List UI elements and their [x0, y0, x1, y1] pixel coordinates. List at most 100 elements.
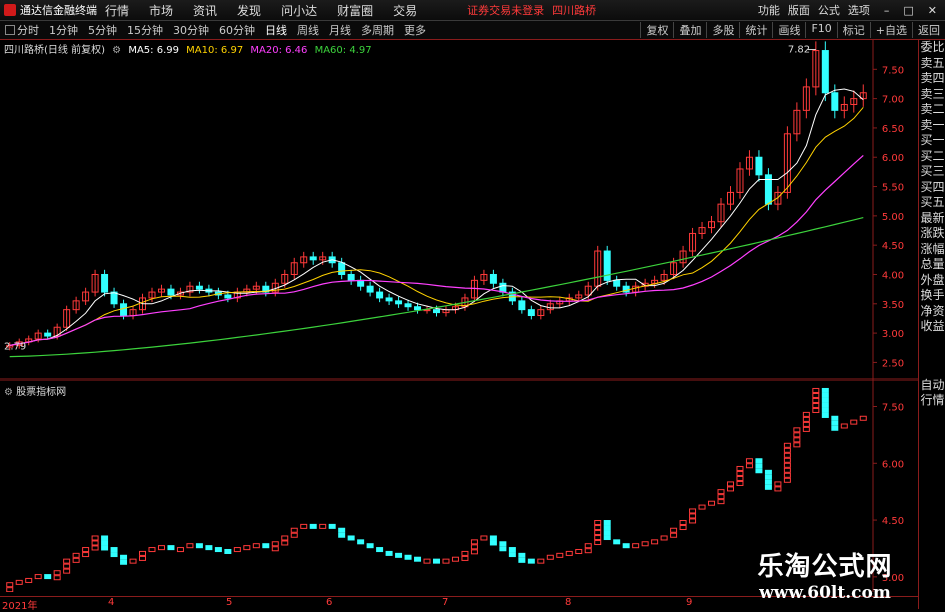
period-tab-10[interactable]: 更多	[399, 22, 431, 38]
period-tab-7[interactable]: 周线	[292, 22, 324, 38]
pf-box-39-0	[376, 547, 384, 553]
side-item-0[interactable]: 委比	[919, 40, 945, 56]
period-tab-6[interactable]: 日线	[260, 22, 292, 38]
menu-item-6[interactable]: 交易	[393, 4, 417, 18]
right-menu-item-2[interactable]: 公式	[818, 2, 840, 18]
period-tab-0[interactable]: 分时	[0, 22, 44, 38]
ma20-line	[9, 154, 864, 346]
pf-box-36-0	[347, 535, 355, 541]
main-ytick-0: 2.50	[882, 358, 904, 369]
side-lower-item-0[interactable]: 自动	[919, 378, 945, 394]
menu-item-2[interactable]: 资讯	[193, 4, 217, 18]
pf-box-48-0	[461, 550, 469, 556]
menu-item-4[interactable]: 问小达	[281, 4, 317, 18]
right-menu-item-3[interactable]: 选项	[848, 2, 870, 18]
app-logo: 通达信金融终端	[0, 2, 105, 18]
pf-box-7-1	[72, 557, 80, 563]
maximize-icon[interactable]: □	[903, 4, 913, 17]
pf-box-6-0	[63, 558, 71, 564]
side-item-5[interactable]: 卖一	[919, 118, 945, 134]
pf-box-45-0	[433, 558, 440, 564]
side-item-13[interactable]: 涨幅	[919, 242, 945, 258]
candle-body-12	[120, 303, 128, 317]
pf-box-48-1	[461, 555, 469, 561]
tool-button-6[interactable]: 标记	[836, 22, 870, 38]
period-tab-5[interactable]: 60分钟	[214, 22, 260, 38]
candlestick-chart[interactable]: 2.50 3.00 3.50 4.00 4.50 5.00 5.50 6.00 6.50 7.00…	[0, 40, 918, 380]
pf-box-75-2	[717, 499, 725, 505]
tool-button-4[interactable]: 画线	[772, 22, 805, 38]
pf-box-77-1	[736, 470, 744, 476]
period-toolbar: 分时 1分钟 5分钟 15分钟 30分钟 60分钟 日线 周线 月线 多周期 更多 复权 叠加 多股 统计…	[0, 21, 945, 40]
period-tab-8[interactable]: 月线	[324, 22, 356, 38]
side-item-18[interactable]: 收益	[919, 319, 945, 335]
pf-box-75-1	[717, 494, 725, 500]
side-lower-item-1[interactable]: 行情	[919, 393, 945, 409]
pf-box-12-1	[120, 559, 128, 565]
side-item-16[interactable]: 换手	[919, 288, 945, 304]
pf-box-70-0	[670, 527, 678, 533]
tool-button-3[interactable]: 统计	[739, 22, 772, 38]
side-item-14[interactable]: 总量	[919, 257, 945, 273]
side-item-12[interactable]: 涨跌	[919, 226, 945, 242]
app-logo-icon	[4, 4, 16, 16]
right-menu: 功能 版面 公式 选项	[758, 2, 876, 18]
tool-button-5[interactable]: F10	[805, 22, 836, 38]
pf-box-17-0	[167, 545, 175, 551]
pf-box-40-0	[385, 550, 393, 556]
side-item-9[interactable]: 买四	[919, 180, 945, 196]
candle-body-55	[527, 309, 535, 317]
candle-body-10	[101, 273, 109, 293]
tool-button-0[interactable]: 复权	[640, 22, 673, 38]
pf-box-73-0	[698, 504, 706, 510]
pf-box-3-0	[34, 574, 42, 580]
period-tab-1[interactable]: 1分钟	[44, 22, 83, 38]
close-icon[interactable]: ✕	[928, 4, 937, 17]
pf-box-67-0	[641, 541, 649, 547]
tool-button-8[interactable]: 返回	[912, 22, 945, 38]
side-item-3[interactable]: 卖三	[919, 87, 945, 103]
pf-box-54-1	[518, 557, 526, 563]
peak-annotation: 7.82	[788, 45, 810, 56]
pf-box-51-0	[489, 535, 497, 541]
side-item-11[interactable]: 最新	[919, 211, 945, 227]
x-tick-4: 7	[442, 597, 449, 608]
menu-item-0[interactable]: 行情	[105, 4, 129, 18]
pf-box-70-1	[670, 532, 678, 538]
side-item-17[interactable]: 净资	[919, 304, 945, 320]
indicator-gear-icon[interactable]: ⚙	[4, 387, 13, 398]
right-menu-item-0[interactable]: 功能	[758, 2, 780, 18]
tool-button-1[interactable]: 叠加	[673, 22, 706, 38]
period-tab-2[interactable]: 5分钟	[83, 22, 122, 38]
pf-box-71-1	[679, 525, 687, 531]
period-tab-3[interactable]: 15分钟	[122, 22, 168, 38]
pf-box-87-0	[831, 415, 839, 421]
minimize-icon[interactable]: –	[884, 4, 890, 17]
pf-box-33-0	[319, 523, 327, 529]
pf-box-28-0	[271, 541, 279, 547]
tool-button-2[interactable]: 多股	[706, 22, 739, 38]
side-item-15[interactable]: 外盘	[919, 273, 945, 289]
pf-box-35-1	[338, 532, 346, 538]
menu-item-1[interactable]: 市场	[149, 4, 173, 18]
pf-box-69-0	[660, 535, 668, 541]
side-item-6[interactable]: 买一	[919, 133, 945, 149]
pf-box-77-2	[736, 475, 744, 481]
side-item-1[interactable]: 卖五	[919, 56, 945, 72]
right-menu-item-1[interactable]: 版面	[788, 2, 810, 18]
pf-box-63-1	[603, 525, 611, 531]
pf-box-86-1	[821, 392, 829, 398]
side-item-8[interactable]: 买三	[919, 164, 945, 180]
tool-button-7[interactable]: +自选	[869, 22, 912, 38]
side-item-4[interactable]: 卖二	[919, 102, 945, 118]
period-tab-4[interactable]: 30分钟	[168, 22, 214, 38]
login-status[interactable]: 证券交易未登录	[467, 2, 544, 18]
main-ytick-9: 7.00	[882, 95, 904, 106]
pf-box-25-0	[243, 545, 251, 551]
period-tab-9[interactable]: 多周期	[356, 22, 399, 38]
side-item-2[interactable]: 卖四	[919, 71, 945, 87]
menu-item-5[interactable]: 财富圈	[337, 4, 373, 18]
side-item-7[interactable]: 买二	[919, 149, 945, 165]
side-item-10[interactable]: 买五	[919, 195, 945, 211]
menu-item-3[interactable]: 发现	[237, 4, 261, 18]
